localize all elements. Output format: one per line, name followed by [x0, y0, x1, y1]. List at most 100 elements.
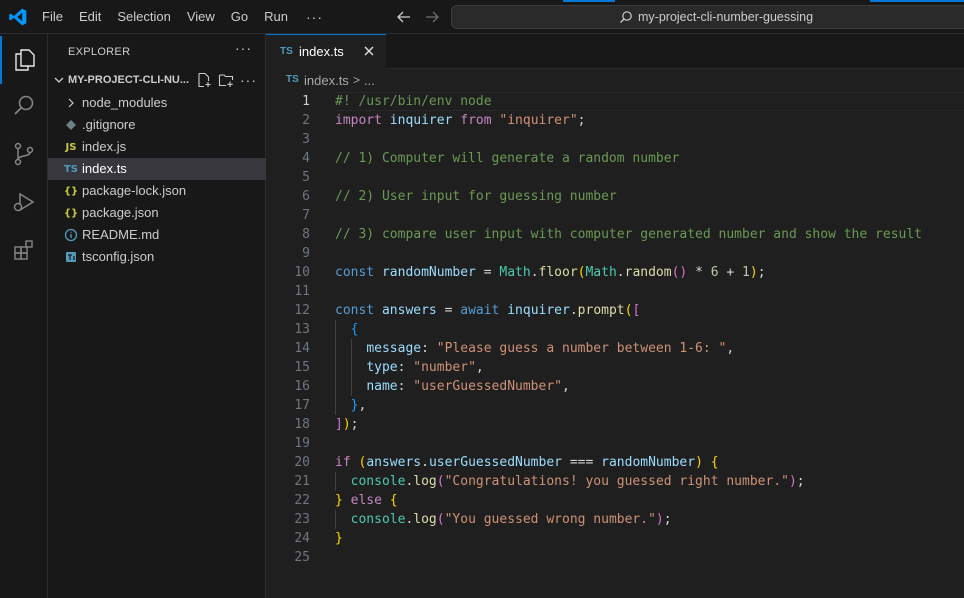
- tab-index-ts[interactable]: TS index.ts: [266, 34, 386, 69]
- line-number: 2: [302, 113, 310, 128]
- tree-item-label: node_modules: [82, 95, 168, 110]
- line-number: 16: [294, 379, 310, 394]
- code-line[interactable]: 19: [266, 434, 964, 453]
- window-accent-line: [563, 0, 615, 2]
- code-line[interactable]: 10 const randomNumber = Math.floor(Math.r…: [266, 263, 964, 282]
- extensions-activity[interactable]: [0, 226, 48, 274]
- line-number: 21: [294, 474, 310, 489]
- indent-guide: [335, 396, 336, 415]
- command-center-search[interactable]: my-project-cli-number-guessing: [451, 5, 964, 29]
- code-text: {: [350, 322, 359, 337]
- code-text: type: "number",: [366, 360, 484, 375]
- code-line[interactable]: 5: [266, 168, 964, 187]
- menu-more-button[interactable]: ···: [296, 9, 333, 25]
- window-accent-line: [870, 0, 964, 2]
- code-line[interactable]: 18]);: [266, 415, 964, 434]
- code-line[interactable]: 9: [266, 244, 964, 263]
- code-text: message: "Please guess a number between …: [366, 341, 735, 356]
- code-line[interactable]: 13 {: [266, 320, 964, 339]
- menu-edit[interactable]: Edit: [71, 0, 109, 34]
- code-text: } else {: [335, 493, 398, 508]
- code-line[interactable]: 12 const answers = await inquirer.prompt(…: [266, 301, 964, 320]
- tree-item-package-json[interactable]: {} package.json: [48, 202, 266, 224]
- editor-tab-bar: TS index.ts: [266, 34, 964, 69]
- menu-run[interactable]: Run: [256, 0, 296, 34]
- chevron-right-icon: [68, 98, 74, 108]
- line-number: 7: [302, 208, 310, 223]
- code-line[interactable]: 4 // 1) Computer will generate a random n…: [266, 149, 964, 168]
- code-line[interactable]: 6 // 2) User input for guessing number: [266, 187, 964, 206]
- code-line[interactable]: 14 message: "Please guess a number betwe…: [266, 339, 964, 358]
- menu-view[interactable]: View: [179, 0, 223, 34]
- run-debug-icon: [13, 192, 35, 212]
- search-activity[interactable]: [0, 82, 48, 130]
- code-line[interactable]: 16 name: "userGuessedNumber",: [266, 377, 964, 396]
- code-line[interactable]: 21 console.log("Congratulations! you gue…: [266, 472, 964, 491]
- explorer-sidebar: EXPLORER ··· MY-PROJECT-CLI-NU... ··· no…: [48, 34, 266, 598]
- files-icon: [15, 49, 35, 71]
- tree-item-index-js[interactable]: JS index.js: [48, 136, 266, 158]
- code-text: // 3) compare user input with computer g…: [335, 227, 922, 242]
- code-text: }: [335, 531, 343, 546]
- forward-arrow-icon[interactable]: [423, 8, 441, 26]
- tree-item-tsconfig[interactable]: tsconfig.json: [48, 246, 266, 268]
- json-file-icon: {}: [63, 207, 79, 219]
- code-line[interactable]: 23 console.log("You guessed wrong number…: [266, 510, 964, 529]
- indent-guide: [335, 377, 336, 396]
- tree-item-node-modules[interactable]: node_modules: [48, 92, 266, 114]
- code-line[interactable]: 7: [266, 206, 964, 225]
- code-line[interactable]: 3: [266, 130, 964, 149]
- indent-guide: [350, 339, 352, 358]
- breadcrumb-symbols[interactable]: ...: [364, 73, 375, 88]
- explorer-more-button[interactable]: ···: [235, 40, 252, 56]
- line-number: 5: [302, 170, 310, 185]
- activity-bar: [0, 34, 48, 598]
- vscode-logo-icon: [9, 8, 27, 26]
- folder-more-button[interactable]: ···: [240, 72, 257, 88]
- tree-item-index-ts[interactable]: TS index.ts: [48, 158, 266, 180]
- line-number: 15: [294, 360, 310, 375]
- breadcrumb-separator: >: [353, 73, 361, 87]
- code-line[interactable]: 24}: [266, 529, 964, 548]
- back-arrow-icon[interactable]: [395, 8, 413, 26]
- code-line[interactable]: 1 #! /usr/bin/env node: [266, 92, 964, 111]
- source-control-activity[interactable]: [0, 130, 48, 178]
- code-editor[interactable]: 1 #! /usr/bin/env node 2 import inquirer fr…: [266, 91, 964, 598]
- indent-guide: [335, 339, 336, 358]
- code-line[interactable]: 2 import inquirer from "inquirer";: [266, 111, 964, 130]
- line-number: 4: [302, 151, 310, 166]
- close-icon[interactable]: [362, 44, 376, 58]
- workspace-folder-header[interactable]: MY-PROJECT-CLI-NU... ···: [48, 70, 266, 92]
- code-text: if (answers.userGuessedNumber === random…: [335, 455, 719, 470]
- line-number: 3: [302, 132, 310, 147]
- breadcrumb-file[interactable]: index.ts: [304, 73, 349, 88]
- code-line[interactable]: 22} else {: [266, 491, 964, 510]
- new-folder-icon[interactable]: [218, 72, 234, 88]
- explorer-activity[interactable]: [0, 36, 48, 84]
- run-debug-activity[interactable]: [0, 178, 48, 226]
- code-text: // 1) Computer will generate a random nu…: [335, 151, 680, 166]
- line-number: 25: [294, 550, 310, 565]
- line-number: 8: [302, 227, 310, 242]
- code-line[interactable]: 11: [266, 282, 964, 301]
- tree-item-gitignore[interactable]: .gitignore: [48, 114, 266, 136]
- code-line[interactable]: 15 type: "number",: [266, 358, 964, 377]
- menu-selection[interactable]: Selection: [109, 0, 178, 34]
- code-text: // 2) User input for guessing number: [335, 189, 617, 204]
- code-line[interactable]: 17 },: [266, 396, 964, 415]
- line-number: 23: [294, 512, 310, 527]
- menu-go[interactable]: Go: [223, 0, 256, 34]
- tree-item-package-lock-json[interactable]: {} package-lock.json: [48, 180, 266, 202]
- menu-file[interactable]: File: [34, 0, 71, 34]
- tab-label: index.ts: [299, 44, 344, 59]
- tsconfig-icon: [66, 252, 76, 262]
- code-line[interactable]: 20 if (answers.userGuessedNumber === rand…: [266, 453, 964, 472]
- code-line[interactable]: 8 // 3) compare user input with computer …: [266, 225, 964, 244]
- tree-item-readme[interactable]: README.md: [48, 224, 266, 246]
- new-file-icon[interactable]: [196, 72, 212, 88]
- code-line[interactable]: 25: [266, 548, 964, 567]
- explorer-title: EXPLORER: [68, 46, 131, 58]
- chevron-down-icon: [54, 77, 64, 83]
- json-file-icon: {}: [63, 185, 79, 197]
- code-text: import inquirer from "inquirer";: [335, 113, 586, 128]
